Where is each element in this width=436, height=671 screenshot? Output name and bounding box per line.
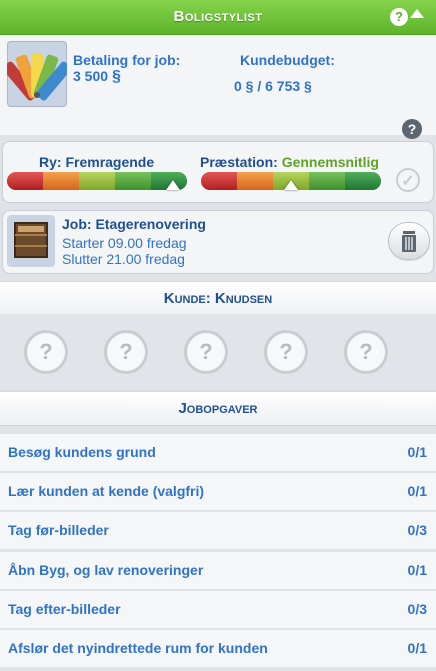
checkmark-icon[interactable]: ✓: [396, 168, 420, 192]
question-trait-icon[interactable]: ?: [264, 330, 308, 374]
tasks-heading: Jobopgaver: [0, 391, 436, 426]
panel-title: Boligstylist: [173, 8, 263, 25]
question-trait-icon[interactable]: ?: [24, 330, 68, 374]
task-count: 0/1: [407, 444, 427, 460]
payment-label: Betaling for job:: [73, 52, 181, 68]
task-label: Tag efter-billeder: [8, 601, 121, 617]
task-label: Afslør det nyindrettede rum for kunden: [8, 640, 268, 656]
payment-value: 3 500 §: [73, 68, 121, 85]
performance-label: Præstation: Gennemsnitlig: [200, 154, 379, 170]
task-count: 0/1: [407, 483, 427, 499]
task-label: Besøg kundens grund: [8, 444, 156, 460]
task-row[interactable]: Åbn Byg, og lav renoveringer 0/1: [0, 552, 436, 590]
simoleon-icon: §: [111, 68, 121, 85]
customer-heading: Kunde: Knudsen: [0, 281, 436, 316]
help-icon[interactable]: ?: [402, 119, 422, 139]
trash-icon: [402, 231, 416, 252]
task-count: 0/1: [407, 562, 427, 578]
task-count: 0/3: [407, 522, 427, 538]
reputation-label: Ry: Fremragende: [39, 154, 155, 170]
task-label: Tag før-billeder: [8, 522, 109, 538]
task-row[interactable]: Besøg kundens grund 0/1: [0, 434, 436, 472]
question-trait-icon[interactable]: ?: [344, 330, 388, 374]
job-start-time: Starter 09.00 fredag: [62, 235, 187, 251]
trash-button[interactable]: [389, 223, 429, 259]
budget-label: Kundebudget:: [240, 52, 335, 68]
reputation-meter: [7, 172, 187, 190]
task-row[interactable]: Tag efter-billeder 0/3: [0, 591, 436, 629]
task-row[interactable]: Tag før-billeder 0/3: [0, 512, 436, 550]
task-row[interactable]: Afslør det nyindrettede rum for kunden 0…: [0, 630, 436, 668]
budget-value: 0 § / 6 753 §: [234, 78, 312, 94]
task-count: 0/1: [407, 640, 427, 656]
job-title: Job: Etagerenovering: [62, 216, 206, 232]
palette-swatch-icon: [2, 41, 72, 107]
task-label: Lær kunden at kende (valgfri): [8, 483, 205, 499]
reputation-marker: [165, 180, 180, 190]
task-row[interactable]: Lær kunden at kende (valgfri) 0/1: [0, 473, 436, 511]
question-trait-icon[interactable]: ?: [184, 330, 228, 374]
task-count: 0/3: [407, 601, 427, 617]
job-end-time: Slutter 21.00 fredag: [62, 251, 185, 267]
crate-icon: [7, 215, 55, 267]
question-trait-icon[interactable]: ?: [104, 330, 148, 374]
help-icon[interactable]: ?: [390, 8, 408, 26]
task-label: Åbn Byg, og lav renoveringer: [8, 562, 204, 578]
collapse-icon[interactable]: [410, 9, 424, 18]
performance-marker: [284, 180, 298, 190]
